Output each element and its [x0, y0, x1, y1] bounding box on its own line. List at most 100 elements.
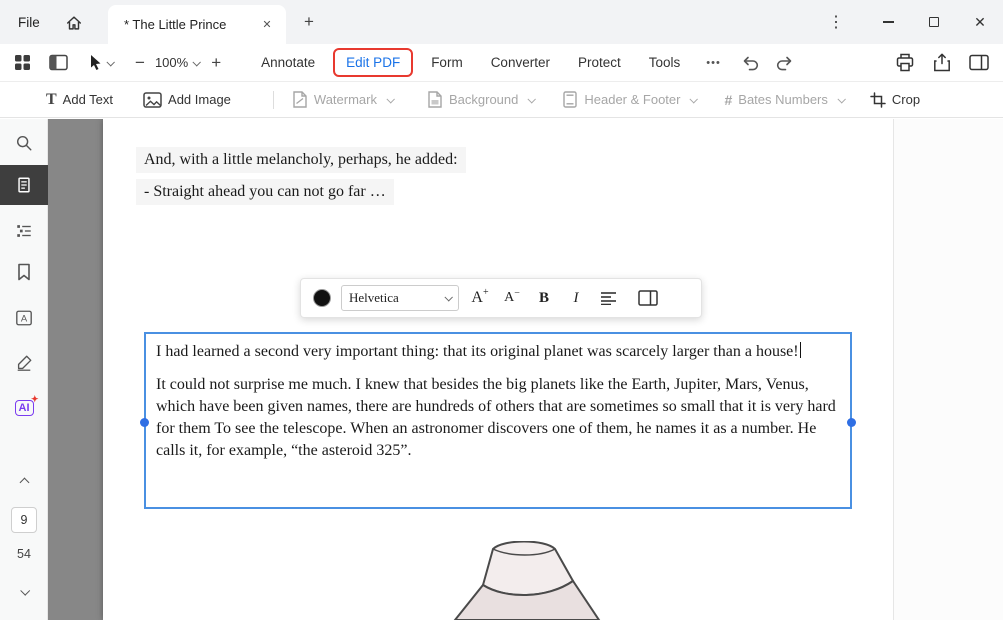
tab-tools[interactable]: Tools [649, 55, 681, 70]
text-format-toolbar: Helvetica A+ A− B I [300, 278, 702, 318]
zoom-level[interactable]: 100% [155, 55, 188, 70]
panel-toggle-icon [49, 54, 68, 71]
bates-numbers-button[interactable]: # Bates Numbers [724, 92, 843, 108]
tab-converter[interactable]: Converter [491, 55, 550, 70]
background-caret-icon [528, 95, 536, 103]
previous-page-button[interactable] [0, 468, 48, 496]
select-tool-button[interactable] [88, 54, 103, 71]
italic-button[interactable]: I [565, 290, 587, 307]
header-footer-label: Header & Footer [584, 92, 680, 107]
font-family-value: Helvetica [349, 290, 439, 306]
thumbnails-panel-button[interactable] [0, 165, 48, 205]
file-menu[interactable]: File [18, 0, 40, 44]
signature-panel-button[interactable] [0, 349, 48, 377]
minimize-button[interactable] [865, 0, 911, 44]
crop-button[interactable]: Crop [870, 92, 920, 108]
tab-close-icon[interactable]: ✕ [256, 14, 278, 36]
grid-icon [14, 54, 31, 71]
add-text-button[interactable]: T Add Text [46, 92, 113, 108]
header-footer-caret-icon [690, 95, 698, 103]
outline-panel-button[interactable] [0, 217, 48, 245]
window-controls: ⋮ ✕ [813, 0, 1003, 44]
next-page-button[interactable] [0, 577, 48, 605]
tab-form[interactable]: Form [431, 55, 463, 70]
decrease-font-size-button[interactable]: A− [501, 291, 523, 305]
font-select-caret-icon [444, 293, 452, 301]
selection-handle-right[interactable] [847, 418, 856, 427]
grid-menu-button[interactable] [14, 54, 31, 71]
current-page-input[interactable]: 9 [11, 507, 37, 533]
toolbar-divider [273, 91, 274, 109]
text-edit-selection[interactable]: I had learned a second very important th… [144, 332, 852, 509]
text-annotation-icon: A [15, 309, 33, 327]
pdf-page[interactable]: And, with a little melancholy, perhaps, … [103, 119, 893, 620]
paragraph-straight-ahead[interactable]: - Straight ahead you can not go far … [136, 179, 394, 205]
font-color-picker[interactable] [313, 289, 331, 307]
telescope-illustration [375, 541, 625, 620]
more-tabs-button[interactable]: ••• [706, 57, 721, 69]
ai-panel-button[interactable]: AI✦ [0, 394, 48, 422]
print-icon [895, 53, 915, 72]
overflow-menu-icon[interactable]: ⋮ [813, 0, 859, 44]
maximize-icon [929, 17, 939, 27]
watermark-caret-icon [386, 95, 394, 103]
zoom-out-button[interactable]: − [135, 53, 145, 73]
share-button[interactable] [932, 53, 952, 72]
redo-button[interactable] [775, 55, 793, 71]
properties-panel-button[interactable] [637, 290, 659, 306]
tab-annotate[interactable]: Annotate [261, 55, 315, 70]
undo-button[interactable] [742, 55, 760, 71]
search-icon [15, 134, 33, 152]
properties-panel-icon [638, 290, 658, 306]
close-button[interactable]: ✕ [957, 0, 1003, 44]
search-button[interactable] [0, 129, 48, 157]
increase-font-size-button[interactable]: A+ [469, 290, 491, 306]
add-image-label: Add Image [168, 92, 231, 107]
document-canvas[interactable]: And, with a little melancholy, perhaps, … [48, 119, 893, 620]
ai-sparkle-icon: ✦ [31, 395, 39, 405]
watermark-label: Watermark [314, 92, 377, 107]
total-pages-label: 54 [0, 547, 48, 561]
zoom-caret-icon[interactable] [193, 58, 201, 66]
undo-icon [742, 55, 760, 71]
titlebar: File * The Little Prince ✕ + ⋮ ✕ [0, 0, 1003, 44]
alignment-button[interactable] [597, 291, 619, 305]
app-body: A AI✦ 9 54 And, with a little melancholy… [0, 119, 1003, 620]
align-icon [600, 291, 617, 305]
paragraph-melancholy[interactable]: And, with a little melancholy, perhaps, … [136, 147, 466, 173]
tab-protect[interactable]: Protect [578, 55, 621, 70]
document-tab[interactable]: * The Little Prince ✕ [108, 5, 286, 44]
maximize-button[interactable] [911, 0, 957, 44]
bates-caret-icon [837, 95, 845, 103]
background-button[interactable]: Background [427, 91, 534, 108]
left-sidebar: A AI✦ 9 54 [0, 119, 48, 620]
zoom-in-button[interactable]: + [211, 53, 221, 73]
edit-paragraph-1[interactable]: I had learned a second very important th… [156, 341, 840, 363]
bold-button[interactable]: B [533, 290, 555, 307]
svg-text:A: A [21, 314, 28, 325]
print-button[interactable] [895, 53, 915, 72]
bates-numbers-label: Bates Numbers [738, 92, 828, 107]
chevron-down-icon [20, 585, 30, 595]
home-button[interactable] [62, 11, 86, 35]
layout-panel-button[interactable] [969, 54, 989, 71]
header-footer-button[interactable]: Header & Footer [562, 91, 696, 108]
select-tool-caret-icon[interactable] [106, 58, 114, 66]
main-toolbar: − 100% + Annotate Edit PDF Form Converte… [0, 44, 1003, 82]
tab-title: * The Little Prince [124, 17, 256, 32]
edit-paragraph-2[interactable]: It could not surprise me much. I knew th… [156, 374, 840, 462]
text-cursor [800, 342, 801, 358]
font-family-select[interactable]: Helvetica [341, 285, 459, 311]
tab-edit-pdf[interactable]: Edit PDF [333, 48, 413, 77]
selection-handle-left[interactable] [140, 418, 149, 427]
add-text-icon: T [46, 92, 57, 108]
outline-icon [15, 222, 33, 240]
new-tab-button[interactable]: + [298, 11, 320, 33]
bookmarks-panel-button[interactable] [0, 258, 48, 286]
toggle-sidebar-button[interactable] [49, 54, 68, 71]
annotations-panel-button[interactable]: A [0, 304, 48, 332]
add-image-button[interactable]: Add Image [143, 92, 231, 108]
signature-icon [15, 354, 33, 372]
watermark-button[interactable]: Watermark [292, 91, 393, 108]
right-panel-strip [893, 119, 1003, 620]
